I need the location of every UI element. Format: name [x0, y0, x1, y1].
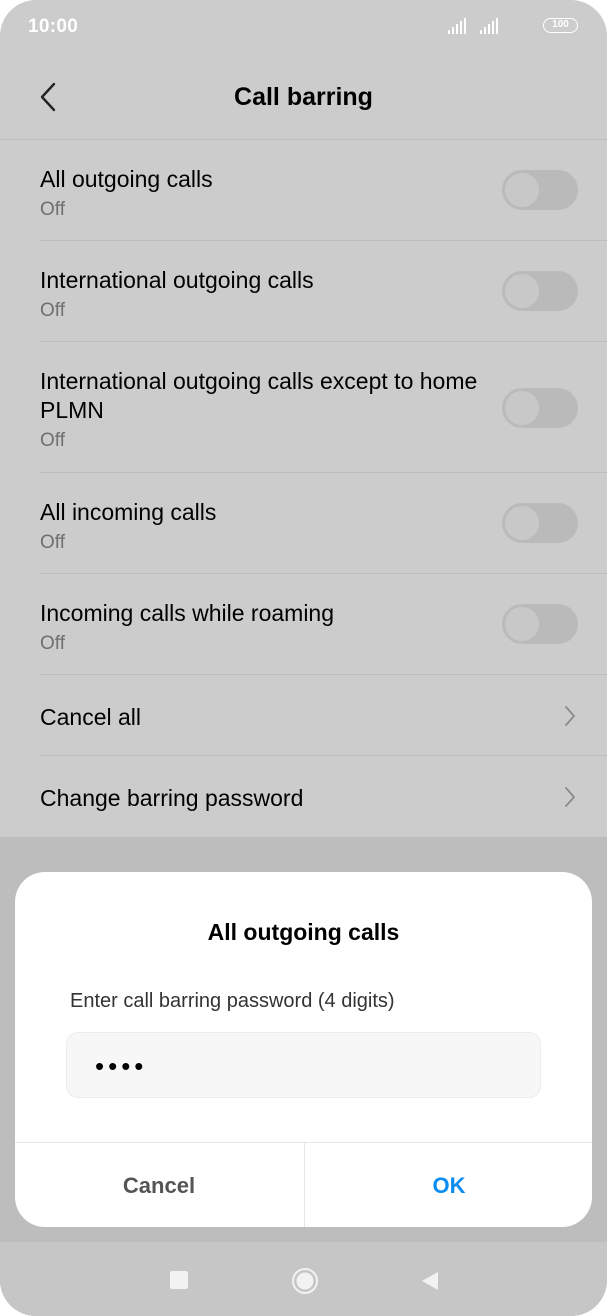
setting-status: Off	[40, 532, 65, 553]
status-time: 10:00	[28, 16, 79, 37]
dialog-button-bar: Cancel OK	[15, 1142, 592, 1227]
setting-all-incoming-calls[interactable]: All incoming calls Off	[40, 473, 607, 574]
chevron-right-icon	[565, 787, 575, 807]
chevron-right-icon	[565, 706, 575, 726]
status-bar: 10:00 100	[0, 0, 607, 54]
setting-international-except-home[interactable]: International outgoing calls except to h…	[40, 342, 607, 473]
setting-status: Off	[40, 199, 65, 220]
setting-title: All outgoing calls	[40, 166, 213, 192]
cancel-button[interactable]: Cancel	[15, 1143, 303, 1227]
battery-icon: 100	[543, 18, 578, 33]
settings-list: All outgoing calls Off International out…	[0, 140, 607, 837]
recents-square-icon	[170, 1271, 188, 1289]
home-button[interactable]	[291, 1267, 319, 1295]
setting-change-barring-password[interactable]: Change barring password	[40, 756, 607, 837]
toggle-knob	[505, 391, 539, 425]
setting-title: All incoming calls	[40, 499, 217, 525]
all-outgoing-calls-toggle[interactable]	[502, 170, 578, 210]
toggle-knob	[505, 506, 539, 540]
setting-title: Cancel all	[40, 704, 141, 730]
all-incoming-calls-toggle[interactable]	[502, 503, 578, 543]
setting-all-outgoing-calls[interactable]: All outgoing calls Off	[40, 140, 607, 241]
signal-icon	[480, 18, 502, 34]
setting-title: Change barring password	[40, 785, 304, 811]
app-header: Call barring	[0, 54, 607, 140]
setting-title: International outgoing calls	[40, 267, 314, 293]
international-outgoing-calls-toggle[interactable]	[502, 271, 578, 311]
setting-status: Off	[40, 633, 65, 654]
dialog-label: Enter call barring password (4 digits)	[70, 990, 395, 1012]
password-input[interactable]: ••••	[66, 1032, 541, 1098]
dialog-title: All outgoing calls	[207, 919, 400, 945]
recents-button[interactable]	[170, 1271, 188, 1289]
setting-status: Off	[40, 430, 65, 451]
system-nav-bar	[0, 1242, 607, 1316]
nav-back-button[interactable]	[420, 1270, 440, 1292]
back-triangle-icon	[422, 1272, 438, 1290]
page-title: Call barring	[234, 83, 373, 111]
setting-status: Off	[40, 300, 65, 321]
incoming-calls-roaming-toggle[interactable]	[502, 604, 578, 644]
password-dialog: All outgoing calls Enter call barring pa…	[15, 872, 592, 1227]
setting-incoming-calls-roaming[interactable]: Incoming calls while roaming Off	[40, 574, 607, 675]
battery-level: 100	[552, 19, 569, 30]
setting-title: International outgoing calls except to h…	[40, 368, 478, 423]
signal-icon	[448, 18, 470, 34]
toggle-knob	[505, 607, 539, 641]
phone-screen: 10:00 100 Call barring All outgoing call…	[0, 0, 607, 1316]
setting-international-outgoing-calls[interactable]: International outgoing calls Off	[40, 241, 607, 342]
toggle-knob	[505, 274, 539, 308]
setting-title: Incoming calls while roaming	[40, 600, 335, 626]
international-except-home-toggle[interactable]	[502, 388, 578, 428]
setting-cancel-all[interactable]: Cancel all	[40, 675, 607, 756]
home-circle-icon	[292, 1268, 318, 1294]
toggle-knob	[505, 173, 539, 207]
ok-button[interactable]: OK	[304, 1143, 592, 1227]
